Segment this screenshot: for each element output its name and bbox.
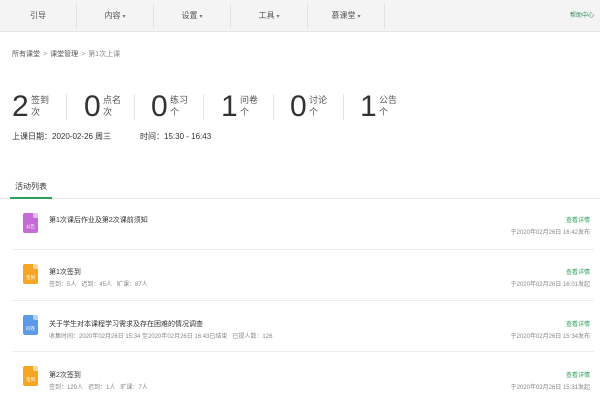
- breadcrumb: 所有课堂 > 课堂管理 > 第1次上课: [12, 49, 120, 59]
- nav-mooc-classroom[interactable]: 慕课堂 ▾: [308, 0, 384, 32]
- help-center-link[interactable]: 帮助中心: [570, 0, 594, 32]
- stat-announcement-label: 公告个: [379, 95, 398, 117]
- nav-divider: [384, 4, 385, 28]
- nav-settings-label: 设置: [181, 11, 198, 20]
- stat-checkin-value: 2: [12, 90, 29, 123]
- stat-survey-label: 问卷个: [240, 95, 259, 117]
- stat-divider: [343, 94, 344, 120]
- checkin-icon: 签到: [23, 264, 38, 284]
- list-item[interactable]: 问卷 关于学生对本课程学习需求及存在困难的情况调查 收集时间：2020年02月2…: [12, 302, 594, 352]
- stat-exercise-value: 0: [151, 90, 168, 123]
- tab-activity-list[interactable]: 活动列表: [10, 178, 52, 199]
- stat-discussion-value: 0: [290, 90, 307, 123]
- activity-time: 于2020年02月26日 15:34发布: [510, 334, 590, 340]
- breadcrumb-current: 第1次上课: [88, 51, 121, 58]
- chevron-down-icon: ▾: [199, 14, 203, 20]
- list-item[interactable]: 签到 第2次签到 签到：129人 迟到：1人 旷课：7人 查看详情 于2020年02…: [12, 353, 594, 402]
- nav-mooc-classroom-label: 慕课堂: [331, 11, 356, 20]
- breadcrumb-all-classes[interactable]: 所有课堂: [12, 51, 40, 58]
- stat-survey-value: 1: [221, 90, 238, 123]
- view-details-link[interactable]: 查看详情: [566, 319, 590, 328]
- activity-meta: 签到：129人 迟到：1人 旷课：7人: [49, 385, 148, 391]
- chevron-down-icon: ▾: [276, 14, 280, 20]
- nav-settings[interactable]: 设置 ▾: [154, 0, 230, 32]
- class-date-label: 上课日期：: [12, 132, 52, 141]
- stat-divider: [203, 94, 204, 120]
- nav-content-label: 内容: [104, 11, 121, 20]
- stat-rollcall-label: 点名次: [103, 95, 122, 117]
- activity-title: 关于学生对本课程学习需求及存在困难的情况调查: [49, 321, 203, 328]
- breadcrumb-separator: >: [81, 51, 86, 58]
- top-navigation: 引导 内容 ▾ 设置 ▾ 工具 ▾ 慕课堂 ▾ 帮助中心: [0, 0, 600, 32]
- activity-title: 第2次签到: [49, 372, 81, 379]
- view-details-link[interactable]: 查看详情: [566, 267, 590, 276]
- breadcrumb-separator: >: [43, 51, 48, 58]
- activity-title: 第1次课后作业及第2次课前须知: [49, 217, 148, 224]
- view-details-link[interactable]: 查看详情: [566, 215, 590, 224]
- breadcrumb-class-management[interactable]: 课堂管理: [50, 51, 78, 58]
- stat-divider: [273, 94, 274, 120]
- nav-tools[interactable]: 工具 ▾: [231, 0, 307, 32]
- nav-content[interactable]: 内容 ▾: [77, 0, 153, 32]
- class-time-value: 15:30 - 16:43: [164, 132, 212, 141]
- activity-title: 第1次签到: [49, 269, 81, 276]
- announcement-icon: 公告: [23, 213, 38, 233]
- stat-divider: [66, 94, 67, 120]
- chevron-down-icon: ▾: [122, 14, 126, 20]
- activity-meta: 签到：5人 迟到：45人 旷课：87人: [49, 282, 148, 288]
- tab-bar: 活动列表: [0, 178, 600, 199]
- class-time: 时间：15:30 - 16:43: [140, 131, 211, 142]
- class-time-label: 时间：: [140, 132, 164, 141]
- list-item[interactable]: 公告 第1次课后作业及第2次课前须知 查看详情 于2020年02月26日 16:…: [12, 200, 594, 250]
- activity-time: 于2020年02月26日 16:42发布: [510, 230, 590, 236]
- class-date: 上课日期：2020-02-26 周三: [12, 131, 111, 142]
- activity-time: 于2020年02月26日 16:01发起: [510, 282, 590, 288]
- stat-rollcall-value: 0: [84, 90, 101, 123]
- activity-time: 于2020年02月26日 15:31发起: [510, 385, 590, 391]
- nav-tools-label: 工具: [258, 11, 275, 20]
- list-item[interactable]: 签到 第1次签到 签到：5人 迟到：45人 旷课：87人 查看详情 于2020年02…: [12, 251, 594, 301]
- stat-announcement-value: 1: [360, 90, 377, 123]
- activity-meta: 收集时间：2020年02月26日 15:34 至2020年02月26日 16:4…: [49, 334, 273, 340]
- nav-guide[interactable]: 引导: [0, 0, 76, 32]
- stat-exercise-label: 练习个: [170, 95, 189, 117]
- chevron-down-icon: ▾: [357, 14, 361, 20]
- stat-discussion-label: 讨论个: [309, 95, 328, 117]
- checkin-icon: 签到: [23, 366, 38, 386]
- class-date-value: 2020-02-26 周三: [52, 132, 112, 141]
- survey-icon: 问卷: [23, 315, 38, 335]
- view-details-link[interactable]: 查看详情: [566, 370, 590, 379]
- stat-divider: [134, 94, 135, 120]
- stat-checkin-label: 签到次: [31, 95, 50, 117]
- nav-guide-label: 引导: [30, 11, 46, 20]
